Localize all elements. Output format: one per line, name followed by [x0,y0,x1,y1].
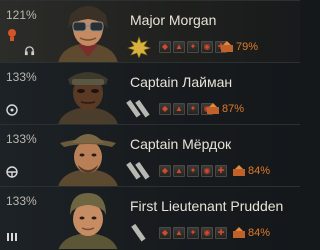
crew-name: Captain Мёрдок [130,136,232,152]
crew-list: 121% Major Morgan ◆ ▲ ✦ ◉ ✚ 79% 133% Cap… [0,0,300,250]
repair-skill-icon[interactable]: ◆ [159,103,171,115]
firefighting-skill-icon[interactable]: ✦ [187,227,199,239]
training-skill-icon [233,227,245,238]
headset-icon [24,46,35,56]
gunner-portrait [58,72,118,124]
crew-member-row[interactable]: 133% First Lieutenant Prudden ◆ ▲ ✦ ◉ ✚ [0,186,300,250]
recon-skill-icon[interactable]: ◉ [201,41,213,53]
training-skill-icon [221,41,233,52]
crew-member-row[interactable]: 133% Captain Лайман ◆ ▲ ✦ ◉ 87% [0,62,300,124]
loader-portrait [58,193,118,249]
gunner-role-icon [6,104,18,116]
training-skill-icon [233,165,245,176]
firefighting-skill-icon[interactable]: ✦ [187,103,199,115]
camouflage-skill-icon[interactable]: ▲ [173,41,185,53]
camouflage-skill-icon[interactable]: ▲ [173,103,185,115]
commander-portrait [58,6,118,62]
firefighting-skill-icon[interactable]: ✦ [187,41,199,53]
crew-name: Captain Лайман [130,74,233,90]
skills-bar: ◆ ▲ ✦ ◉ ✚ [159,227,227,239]
repair-skill-icon[interactable]: ◆ [159,41,171,53]
skills-bar: ◆ ▲ ✦ ◉ [159,103,213,115]
loader-role-icon [7,233,17,241]
rank-major-icon [127,36,151,58]
training-percent: 84% [248,165,271,177]
crew-skill-percent: 133% [6,70,37,84]
crew-skill-percent: 121% [6,8,37,22]
driver-role-icon [6,166,18,178]
adrenaline-skill-icon[interactable]: ✚ [215,227,227,239]
driver-portrait [58,134,118,186]
training-percent: 79% [236,41,259,53]
firefighting-skill-icon[interactable]: ✦ [187,165,199,177]
training-skill-icon [207,103,219,114]
crew-name: First Lieutenant Prudden [130,198,284,214]
training-percent: 87% [222,103,245,115]
rank-captain-icon [126,161,150,180]
repair-skill-icon[interactable]: ◆ [159,227,171,239]
crew-member-row[interactable]: 133% Captain Мёрдок ◆ ▲ ✦ ◉ ✚ 84% [0,124,300,186]
crew-skill-percent: 133% [6,194,37,208]
camouflage-skill-icon[interactable]: ▲ [173,227,185,239]
skills-bar: ◆ ▲ ✦ ◉ ✚ [159,165,227,177]
clutch-braking-skill-icon[interactable]: ✚ [215,165,227,177]
crew-skill-percent: 133% [6,132,37,146]
crew-member-row[interactable]: 121% Major Morgan ◆ ▲ ✦ ◉ ✚ 79% [0,0,300,62]
safe-stowage-skill-icon[interactable]: ◉ [201,227,213,239]
rank-captain-icon [126,99,150,118]
skills-bar: ◆ ▲ ✦ ◉ ✚ [159,41,227,53]
training-percent: 84% [248,227,271,239]
camouflage-skill-icon[interactable]: ▲ [173,165,185,177]
crew-name: Major Morgan [130,12,217,28]
rank-first-lieutenant-icon [131,223,146,242]
smooth-ride-skill-icon[interactable]: ◉ [201,165,213,177]
commander-role-icon [8,29,16,41]
repair-skill-icon[interactable]: ◆ [159,165,171,177]
